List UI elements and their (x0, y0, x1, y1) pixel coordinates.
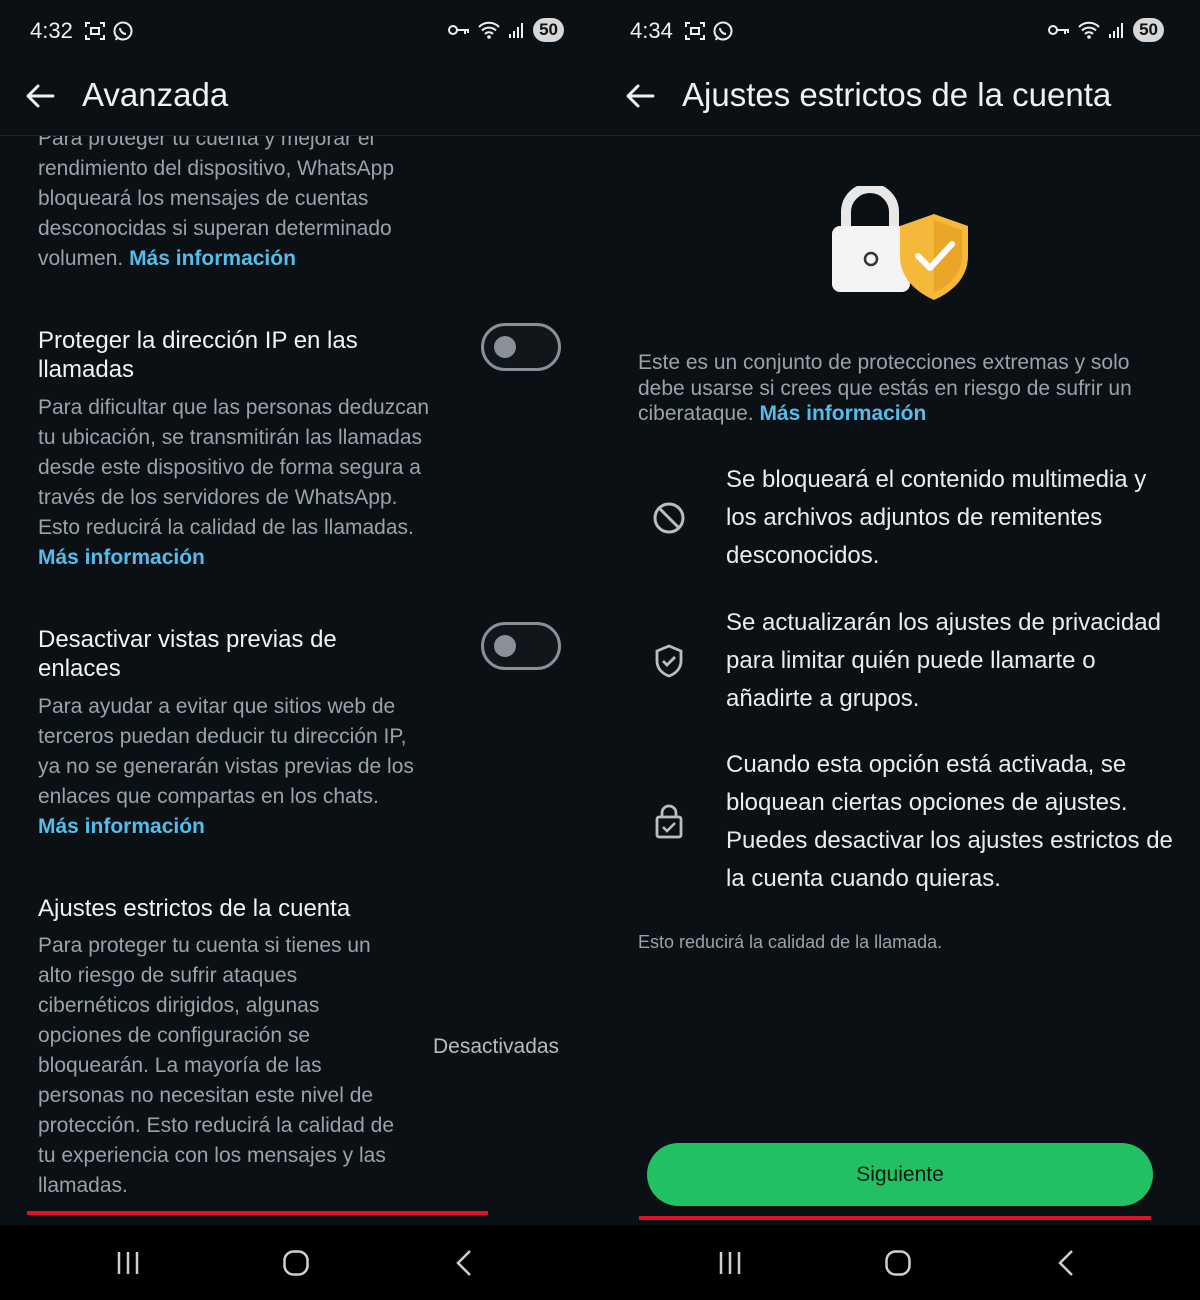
toggle-knob (494, 635, 516, 657)
screenshot-icon (85, 22, 105, 40)
shield-check-icon (650, 642, 688, 680)
toggle-knob (494, 336, 516, 358)
status-bar: 4:32 50 (0, 0, 600, 62)
home-icon (885, 1250, 911, 1276)
wifi-icon (478, 21, 500, 39)
setting-description: Para proteger tu cuenta si tienes un alt… (38, 934, 395, 1197)
top-description: Para proteger tu cuenta y mejorar el ren… (38, 136, 395, 270)
status-time: 4:32 (30, 18, 73, 43)
setting-disable-link-previews[interactable]: Desactivar vistas previas de enlaces Par… (0, 622, 600, 845)
page-title: Ajustes estrictos de la cuenta (682, 76, 1112, 113)
screen-strict-account-settings: 4:34 50 Ajustes estrictos de la cuenta E… (600, 0, 1200, 1300)
protection-item-text: Se bloqueará el contenido multimedia y l… (726, 466, 1147, 569)
chevron-left-icon (456, 1250, 471, 1276)
recent-apps-button[interactable] (108, 1245, 148, 1281)
recents-icon (719, 1252, 741, 1274)
nav-bar (0, 1225, 600, 1300)
more-info-link[interactable]: Más información (129, 247, 296, 270)
home-icon (283, 1250, 309, 1276)
arrow-back-icon (26, 84, 55, 108)
setting-description: Para ayudar a evitar que sitios web de t… (38, 695, 414, 838)
highlight-underline (27, 1211, 488, 1215)
nav-back-button[interactable] (444, 1245, 484, 1281)
vpn-key-icon (448, 25, 470, 35)
recent-apps-button[interactable] (710, 1245, 750, 1281)
more-info-link[interactable]: Más información (759, 402, 926, 425)
protection-item: Se bloqueará el contenido multimedia y l… (600, 461, 1200, 581)
settings-list[interactable]: Para proteger tu cuenta y mejorar el ren… (0, 136, 600, 1224)
block-icon (650, 499, 688, 537)
protection-item: Cuando esta opción está activada, se blo… (600, 746, 1200, 906)
signal-icon (509, 23, 524, 38)
whatsapp-notification-icon (113, 21, 133, 41)
setting-value: Desactivadas (433, 1035, 560, 1058)
highlight-underline (639, 1216, 1151, 1220)
whatsapp-notification-icon (713, 21, 733, 41)
wifi-icon (1078, 21, 1100, 39)
setting-description: Para dificultar que las personas deduzca… (38, 396, 430, 569)
screen-advanced: 4:32 50 Avanzada Para proteger tu cuenta… (0, 0, 600, 1300)
setting-strict-account[interactable]: Ajustes estrictos de la cuenta Para prot… (0, 894, 600, 1204)
protection-item: Se actualizarán los ajustes de privacida… (600, 604, 1200, 724)
home-button[interactable] (276, 1245, 316, 1281)
setting-title: Proteger la dirección IP en las llamadas (38, 327, 358, 383)
recents-icon (117, 1252, 139, 1274)
quality-note: Esto reducirá la calidad de la llamada. (638, 932, 943, 952)
intro-text: Este es un conjunto de protecciones extr… (638, 351, 1132, 425)
chevron-left-icon (1058, 1250, 1073, 1276)
page-title: Avanzada (82, 76, 229, 113)
link-previews-toggle[interactable] (481, 622, 561, 670)
home-button[interactable] (878, 1245, 918, 1281)
app-bar: Avanzada (0, 62, 600, 136)
screenshot-icon (685, 22, 705, 40)
signal-icon (1109, 23, 1124, 38)
back-button[interactable] (620, 76, 660, 116)
back-button[interactable] (20, 76, 60, 116)
setting-protect-ip[interactable]: Proteger la dirección IP en las llamadas… (0, 323, 600, 586)
protection-item-text: Se actualizarán los ajustes de privacida… (726, 609, 1161, 712)
app-bar: Ajustes estrictos de la cuenta (600, 62, 1200, 136)
arrow-back-icon (626, 84, 655, 108)
protect-ip-toggle[interactable] (481, 323, 561, 371)
status-time: 4:34 (630, 18, 673, 43)
next-button[interactable]: Siguiente (647, 1143, 1153, 1206)
setting-title: Ajustes estrictos de la cuenta (38, 895, 351, 922)
protection-item-text: Cuando esta opción está activada, se blo… (726, 751, 1173, 892)
vpn-key-icon (1048, 25, 1070, 35)
status-bar: 4:34 50 (600, 0, 1200, 62)
nav-bar (600, 1225, 1200, 1300)
battery-level: 50 (533, 18, 564, 42)
lock-check-icon (650, 802, 688, 840)
setting-title: Desactivar vistas previas de enlaces (38, 626, 337, 682)
lock-shield-illustration (832, 186, 968, 300)
battery-level: 50 (1133, 18, 1164, 42)
nav-back-button[interactable] (1046, 1245, 1086, 1281)
more-info-link[interactable]: Más información (38, 815, 205, 838)
more-info-link[interactable]: Más información (38, 546, 205, 569)
